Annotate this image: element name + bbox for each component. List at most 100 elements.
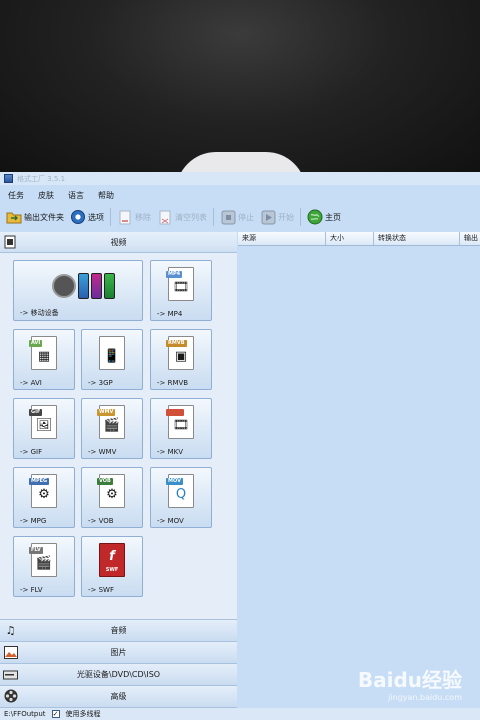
category-audio[interactable]: ♫ 音频 [0,620,237,642]
window-title: 格式工厂 3.5.1 [17,174,66,183]
output-path[interactable]: E:\FFOutput [4,710,46,718]
watermark-url: jingyan.baidu.com [388,693,462,702]
multithread-label: 使用多线程 [65,710,101,718]
gear-icon [70,209,86,225]
format-tile-mkv[interactable]: 🎞 -> MKV [150,398,212,459]
menu-help[interactable]: 帮助 [98,190,114,201]
format-tile-mobile[interactable]: -> 移动设备 [13,260,143,321]
format-label: -> FLV [20,586,43,594]
category-audio-label: 音频 [110,626,127,635]
menu-bar: 任务 皮肤 语言 帮助 [0,187,114,203]
column-status[interactable]: 转换状态 [374,232,460,245]
format-label: -> GIF [20,448,43,456]
stop-button[interactable]: 停止 [220,209,254,225]
column-source[interactable]: 来源 [238,232,326,245]
flv-file-icon: FLV 🎬 [29,543,57,577]
mov-file-icon: MOV Q [166,474,194,508]
category-video-label: 视频 [110,237,127,247]
format-tile-wmv[interactable]: WMV 🎬 -> WMV [81,398,143,459]
avi-file-icon: AVI ▦ [29,336,57,370]
column-output[interactable]: 输出 [460,232,480,245]
task-list-header: 来源 大小 转换状态 输出 [238,232,480,246]
wmv-file-icon: WMV 🎬 [97,405,125,439]
options-label: 选项 [88,212,104,222]
menu-task[interactable]: 任务 [8,190,24,201]
app-window: 格式工厂 3.5.1 任务 皮肤 语言 帮助 输出文件夹 选项 移除 清空列表 … [0,172,480,720]
output-folder-button[interactable]: 输出文件夹 [6,209,64,225]
picture-icon [3,644,18,660]
start-icon [260,209,276,225]
swf-file-icon: f SWF [99,543,125,577]
mp4-file-icon: MP4 🎞 [166,267,194,301]
menu-skin[interactable]: 皮肤 [38,190,54,201]
format-tile-mp4[interactable]: MP4 🎞 -> MP4 [150,260,212,321]
start-label: 开始 [278,212,294,222]
category-rom-label: 光驱设备\DVD\CD\ISO [76,670,161,679]
start-button[interactable]: 开始 [260,209,294,225]
category-rom-device[interactable]: 光驱设备\DVD\CD\ISO [0,664,237,686]
remove-label: 移除 [135,212,151,222]
clear-list-icon [157,209,173,225]
format-tile-mpg[interactable]: MPEG ⚙ -> MPG [13,467,75,528]
format-label: -> 移动设备 [20,309,59,317]
film-icon [3,234,17,249]
multithread-checkbox[interactable]: ✓ [51,710,60,718]
format-label: -> VOB [88,517,114,525]
mkv-file-icon: 🎞 [166,405,194,439]
format-tile-rmvb[interactable]: RMVB ▣ -> RMVB [150,329,212,390]
category-picture[interactable]: 图片 [0,642,237,664]
menu-language[interactable]: 语言 [68,190,84,201]
format-label: -> MP4 [157,310,183,318]
status-bar: E:\FFOutput ✓ 使用多线程 [0,708,480,720]
format-label: -> MOV [157,517,184,525]
remove-file-icon [117,209,133,225]
category-video[interactable]: 视频 [0,232,237,253]
task-list: 来源 大小 转换状态 输出 [238,232,480,708]
gif-file-icon: GIF 🖼 [29,405,57,439]
vob-file-icon: VOB ⚙ [97,474,125,508]
format-label: -> MKV [157,448,184,456]
category-advanced-label: 高级 [110,692,127,701]
format-label: -> 3GP [88,379,113,387]
toolbar: 输出文件夹 选项 移除 清空列表 停止 开始 主页 [0,205,480,229]
format-tile-gif[interactable]: GIF 🖼 -> GIF [13,398,75,459]
format-tile-3gp[interactable]: 📱 -> 3GP [81,329,143,390]
clear-list-label: 清空列表 [175,212,207,222]
video-format-grid: -> 移动设备 MP4 🎞 -> MP4 AVI ▦ -> AVI 📱 -> 3… [0,253,237,620]
globe-icon [307,209,323,225]
options-button[interactable]: 选项 [70,209,104,225]
toolbar-separator [213,208,214,226]
category-panel: 视频 -> 移动设备 MP4 🎞 -> MP4 AVI ▦ -> AVI 📱 -… [0,232,237,708]
format-tile-swf[interactable]: f SWF -> SWF [81,536,143,597]
mobile-device-icon [52,269,122,303]
format-label: -> MPG [20,517,47,525]
folder-icon [6,209,22,225]
3gp-file-icon: 📱 [99,336,125,370]
mpg-file-icon: MPEG ⚙ [29,474,57,508]
category-advanced[interactable]: 高级 [0,686,237,708]
remove-button[interactable]: 移除 [117,209,151,225]
stop-label: 停止 [238,212,254,222]
music-note-icon: ♫ [5,623,16,637]
toolbar-separator [300,208,301,226]
format-tile-vob[interactable]: VOB ⚙ -> VOB [81,467,143,528]
toolbar-separator [110,208,111,226]
disc-drive-icon [3,666,18,682]
watermark-logo: Baidu经验 [357,668,462,692]
clear-list-button[interactable]: 清空列表 [157,209,207,225]
format-tile-flv[interactable]: FLV 🎬 -> FLV [13,536,75,597]
rmvb-file-icon: RMVB ▣ [166,336,194,370]
app-icon [4,174,13,183]
film-reel-icon [3,688,18,704]
format-tile-mov[interactable]: MOV Q -> MOV [150,467,212,528]
column-size[interactable]: 大小 [326,232,374,245]
home-button[interactable]: 主页 [307,209,341,225]
title-bar: 格式工厂 3.5.1 [0,172,480,185]
format-label: -> WMV [88,448,117,456]
format-label: -> RMVB [157,379,189,387]
output-folder-label: 输出文件夹 [24,212,64,222]
baidu-jingyan-watermark: Baidu经验 jingyan.baidu.com [358,664,462,702]
home-label: 主页 [325,212,341,222]
stop-icon [220,209,236,225]
format-tile-avi[interactable]: AVI ▦ -> AVI [13,329,75,390]
